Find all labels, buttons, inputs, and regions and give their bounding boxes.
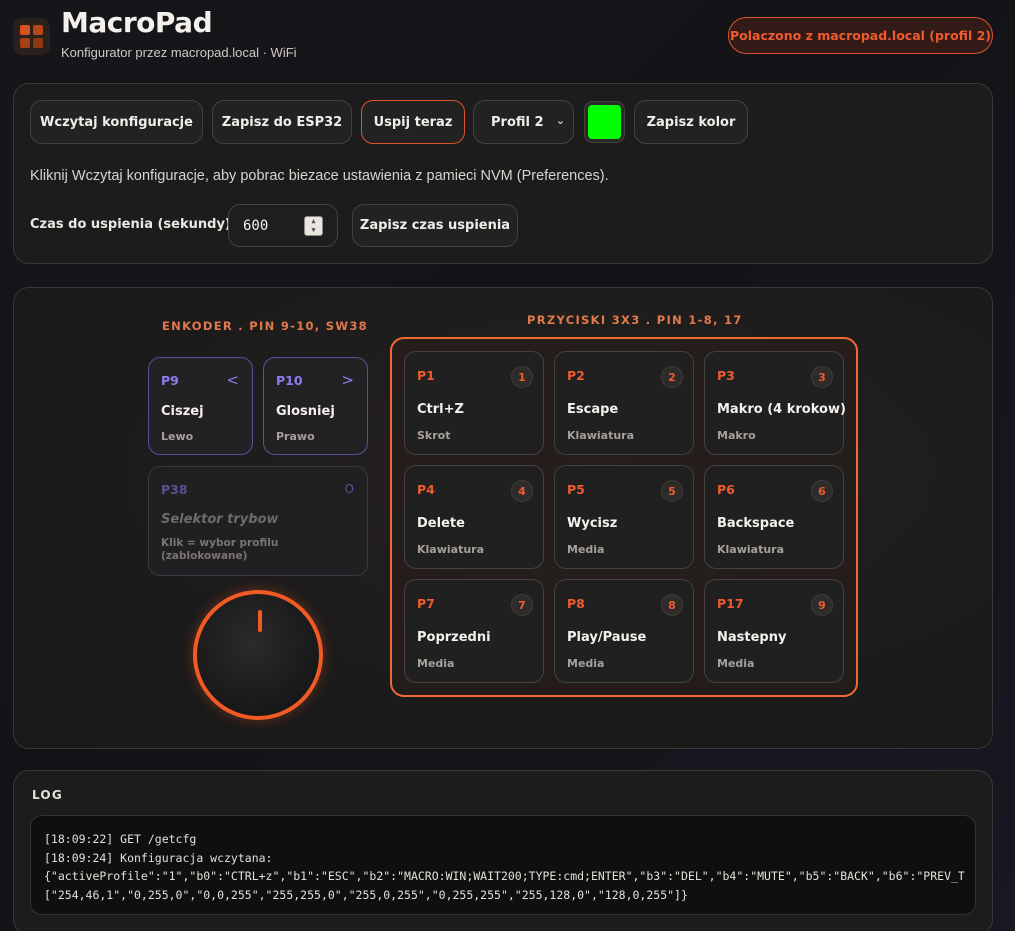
key-pin: P4 bbox=[417, 482, 435, 497]
connection-status-badge: Polaczono z macropad.local (profil 2) bbox=[728, 17, 993, 54]
save-color-button[interactable]: Zapisz kolor bbox=[634, 100, 748, 144]
sleep-now-button[interactable]: Uspij teraz bbox=[361, 100, 465, 144]
profile-select-value: Profil 2 bbox=[491, 114, 544, 130]
log-heading: LOG bbox=[32, 788, 63, 802]
color-picker[interactable] bbox=[584, 101, 625, 143]
key-number-badge: 2 bbox=[661, 366, 683, 388]
encoder-switch-card: P38 O Selektor trybow Klik = wybor profi… bbox=[148, 466, 368, 576]
encoder-pin: P38 bbox=[161, 482, 188, 497]
sleep-timeout-input[interactable]: 600 ▲ ▼ bbox=[228, 204, 338, 247]
log-line: [18:09:24] Konfiguracja wczytana: bbox=[44, 850, 273, 865]
key-action: Play/Pause bbox=[567, 630, 647, 645]
key-type: Makro bbox=[717, 429, 756, 442]
key-action: Poprzedni bbox=[417, 630, 491, 645]
key-action: Makro (4 krokow) bbox=[717, 402, 846, 417]
save-to-esp32-button[interactable]: Zapisz do ESP32 bbox=[212, 100, 352, 144]
chevron-right-icon: > bbox=[341, 371, 354, 389]
key-number-badge: 8 bbox=[661, 594, 683, 616]
key-number-badge: 7 bbox=[511, 594, 533, 616]
key-number-badge: 1 bbox=[511, 366, 533, 388]
profile-select[interactable]: Profil 2 ⌄ bbox=[473, 100, 574, 144]
key-pin: P7 bbox=[417, 596, 435, 611]
logo-cell bbox=[33, 25, 43, 35]
logo-cell bbox=[33, 38, 43, 48]
key-pin: P17 bbox=[717, 596, 744, 611]
key-pin: P5 bbox=[567, 482, 585, 497]
knob-indicator bbox=[258, 610, 262, 632]
encoder-action: Selektor trybow bbox=[161, 512, 279, 527]
key-type: Media bbox=[417, 657, 455, 670]
key-type: Media bbox=[717, 657, 755, 670]
macro-key[interactable]: P7 7 Poprzedni Media bbox=[404, 579, 544, 683]
app-title: MacroPad bbox=[61, 6, 213, 39]
key-type: Skrot bbox=[417, 429, 451, 442]
color-swatch bbox=[588, 105, 621, 139]
key-action: Backspace bbox=[717, 516, 795, 531]
encoder-direction: Lewo bbox=[161, 430, 194, 443]
circle-icon: O bbox=[344, 482, 354, 496]
config-hint: Kliknij Wczytaj konfiguracje, aby pobrac… bbox=[30, 168, 609, 184]
keypad-grid-icon bbox=[13, 18, 50, 55]
number-spinner-icon[interactable]: ▲ ▼ bbox=[304, 216, 323, 236]
key-action: Escape bbox=[567, 402, 619, 417]
encoder-right-card[interactable]: P10 > Glosniej Prawo bbox=[263, 357, 368, 455]
macro-key[interactable]: P17 9 Nastepny Media bbox=[704, 579, 844, 683]
macro-key[interactable]: P1 1 Ctrl+Z Skrot bbox=[404, 351, 544, 455]
chevron-down-icon: ⌄ bbox=[555, 114, 565, 127]
encoder-heading: ENKODER . PIN 9-10, SW38 bbox=[162, 319, 368, 333]
encoder-direction: Prawo bbox=[276, 430, 315, 443]
log-output: [18:09:22] GET /getcfg [18:09:24] Konfig… bbox=[30, 815, 976, 915]
encoder-pin: P9 bbox=[161, 373, 179, 388]
key-type: Media bbox=[567, 543, 605, 556]
log-line: ["254,46,1","0,255,0","0,0,255","255,255… bbox=[44, 887, 688, 902]
macro-key[interactable]: P8 8 Play/Pause Media bbox=[554, 579, 694, 683]
logo-cell bbox=[20, 38, 30, 48]
key-number-badge: 5 bbox=[661, 480, 683, 502]
key-pin: P1 bbox=[417, 368, 435, 383]
encoder-action: Glosniej bbox=[276, 404, 335, 419]
load-config-button[interactable]: Wczytaj konfiguracje bbox=[30, 100, 203, 144]
encoder-left-card[interactable]: P9 < Ciszej Lewo bbox=[148, 357, 253, 455]
app-subtitle: Konfigurator przez macropad.local · WiFi bbox=[61, 45, 297, 60]
chevron-left-icon: < bbox=[226, 371, 239, 389]
key-type: Klawiatura bbox=[567, 429, 635, 442]
sleep-timeout-label: Czas do uspienia (sekundy): bbox=[30, 217, 237, 232]
key-pin: P2 bbox=[567, 368, 585, 383]
key-pin: P3 bbox=[717, 368, 735, 383]
key-pin: P8 bbox=[567, 596, 585, 611]
key-action: Delete bbox=[417, 516, 465, 531]
key-number-badge: 9 bbox=[811, 594, 833, 616]
key-pin: P6 bbox=[717, 482, 735, 497]
key-type: Klawiatura bbox=[717, 543, 785, 556]
sleep-timeout-value: 600 bbox=[243, 217, 269, 234]
macro-key[interactable]: P6 6 Backspace Klawiatura bbox=[704, 465, 844, 569]
log-line: {"activeProfile":"1","b0":"CTRL+z","b1":… bbox=[44, 869, 965, 883]
save-sleep-time-button[interactable]: Zapisz czas uspienia bbox=[352, 204, 518, 247]
logo-cell bbox=[20, 25, 30, 35]
log-line: [18:09:22] GET /getcfg bbox=[44, 832, 197, 846]
macro-key[interactable]: P3 3 Makro (4 krokow) Makro bbox=[704, 351, 846, 455]
encoder-switch-description: Klik = wybor profilu (zablokowane) bbox=[161, 537, 279, 562]
key-number-badge: 4 bbox=[511, 480, 533, 502]
macro-key[interactable]: P4 4 Delete Klawiatura bbox=[404, 465, 544, 569]
key-type: Media bbox=[567, 657, 605, 670]
key-action: Nastepny bbox=[717, 630, 787, 645]
encoder-action: Ciszej bbox=[161, 404, 204, 419]
key-number-badge: 6 bbox=[811, 480, 833, 502]
rotary-knob-icon bbox=[193, 590, 323, 720]
macro-key[interactable]: P5 5 Wycisz Media bbox=[554, 465, 694, 569]
key-type: Klawiatura bbox=[417, 543, 485, 556]
buttons-heading: PRZYCISKI 3X3 . PIN 1-8, 17 bbox=[527, 313, 743, 327]
key-action: Wycisz bbox=[567, 516, 618, 531]
macro-key[interactable]: P2 2 Escape Klawiatura bbox=[554, 351, 694, 455]
key-number-badge: 3 bbox=[811, 366, 833, 388]
encoder-pin: P10 bbox=[276, 373, 303, 388]
key-action: Ctrl+Z bbox=[417, 402, 464, 417]
